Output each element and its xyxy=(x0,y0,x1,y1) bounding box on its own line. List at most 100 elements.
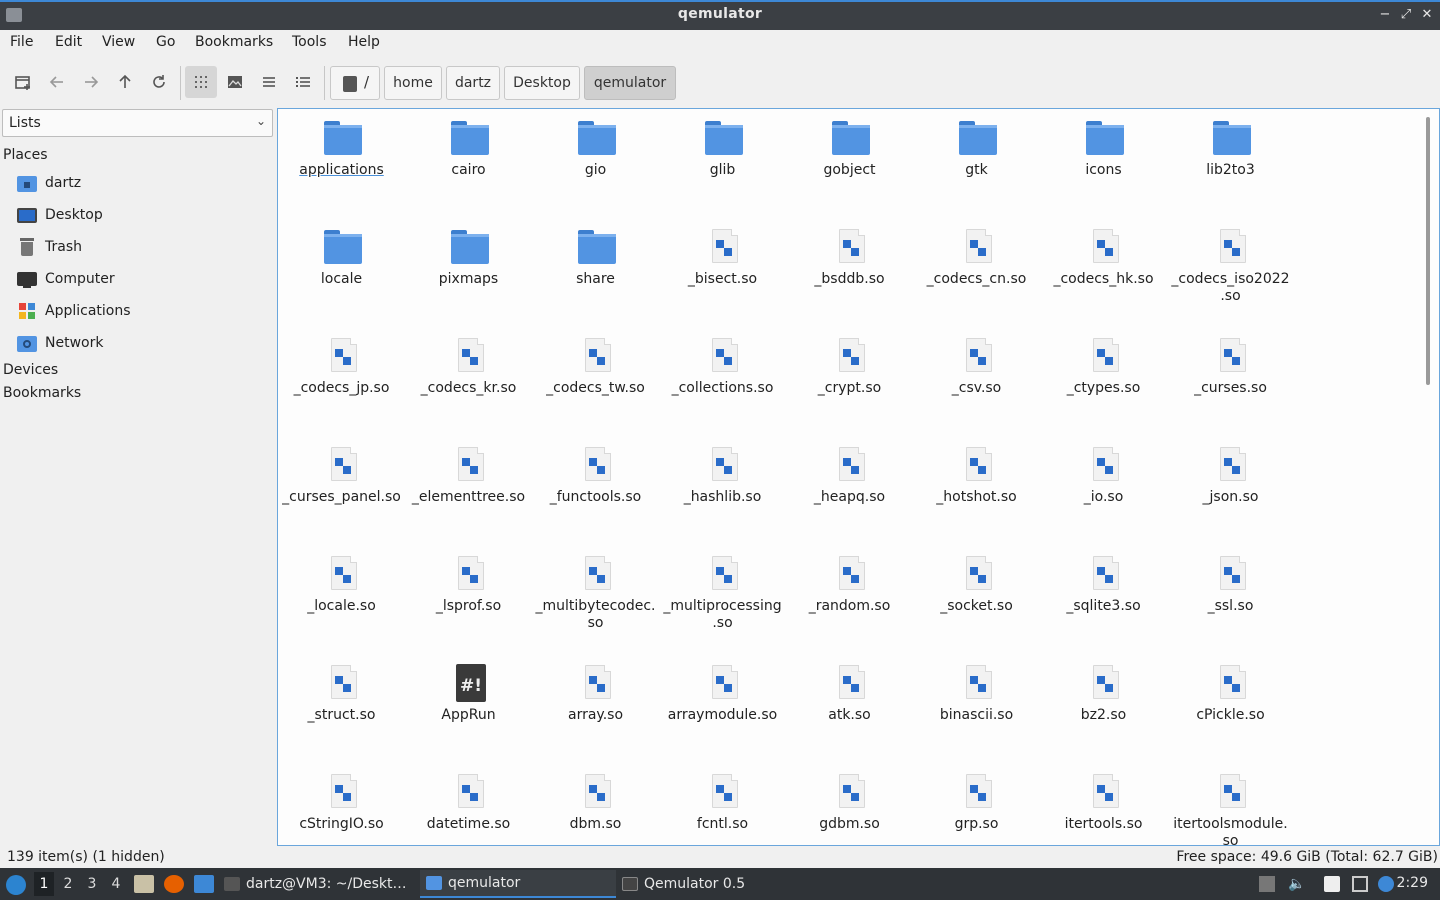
close-icon[interactable]: ✕ xyxy=(1418,6,1436,24)
file-item[interactable]: fcntl.so xyxy=(659,763,786,845)
task-qemulator-files[interactable]: qemulator xyxy=(420,870,616,898)
desktop-launcher-icon[interactable] xyxy=(194,875,214,893)
folder-item[interactable]: icons xyxy=(1040,109,1167,218)
file-item[interactable]: bz2.so xyxy=(1040,654,1167,763)
file-item[interactable]: _curses.so xyxy=(1167,327,1294,436)
menu-view[interactable]: View xyxy=(102,34,135,50)
file-item[interactable]: _functools.so xyxy=(532,436,659,545)
menu-file[interactable]: File xyxy=(10,34,33,50)
vertical-scrollbar[interactable] xyxy=(1419,109,1439,845)
file-item[interactable]: _locale.so xyxy=(278,545,405,654)
minimize-icon[interactable]: − xyxy=(1376,6,1394,24)
file-item[interactable]: _codecs_kr.so xyxy=(405,327,532,436)
network-status-icon[interactable] xyxy=(1352,876,1368,892)
workspace-4[interactable]: 4 xyxy=(106,876,126,892)
new-tab-button[interactable] xyxy=(7,66,39,98)
compact-view-button[interactable] xyxy=(253,66,285,98)
task-terminal[interactable]: dartz@VM3: ~/Deskt… xyxy=(224,870,414,898)
sidebar-item-desktop[interactable]: Desktop xyxy=(17,203,103,227)
detailed-view-button[interactable] xyxy=(287,66,319,98)
folder-item[interactable]: gtk xyxy=(913,109,1040,218)
workspace-1[interactable]: 1 xyxy=(34,872,54,896)
folder-item[interactable]: applications xyxy=(278,109,405,218)
menu-help[interactable]: Help xyxy=(348,34,380,50)
folder-item[interactable]: gio xyxy=(532,109,659,218)
file-item[interactable]: _curses_panel.so xyxy=(278,436,405,545)
clipboard-icon[interactable] xyxy=(1324,876,1340,892)
file-item[interactable]: _csv.so xyxy=(913,327,1040,436)
menu-bookmarks[interactable]: Bookmarks xyxy=(195,34,273,50)
sidebar-item-trash[interactable]: Trash xyxy=(17,235,82,259)
file-item[interactable]: itertools.so xyxy=(1040,763,1167,845)
breadcrumb-root[interactable]: / xyxy=(330,66,380,100)
file-item[interactable]: gdbm.so xyxy=(786,763,913,845)
file-item[interactable]: _crypt.so xyxy=(786,327,913,436)
file-item[interactable]: #! AppRun xyxy=(405,654,532,763)
icon-view-button[interactable] xyxy=(185,66,217,98)
file-item[interactable]: array.so xyxy=(532,654,659,763)
file-item[interactable]: _codecs_cn.so xyxy=(913,218,1040,327)
clock[interactable]: 2:29 xyxy=(1397,875,1428,891)
workspace-3[interactable]: 3 xyxy=(82,876,102,892)
file-item[interactable]: grp.so xyxy=(913,763,1040,845)
menu-tools[interactable]: Tools xyxy=(292,34,327,50)
file-item[interactable]: _socket.so xyxy=(913,545,1040,654)
file-item[interactable]: _codecs_iso2022 .so xyxy=(1167,218,1294,327)
places-heading[interactable]: Places xyxy=(3,147,48,163)
file-item[interactable]: dbm.so xyxy=(532,763,659,845)
devices-heading[interactable]: Devices xyxy=(3,362,58,378)
file-item[interactable]: _codecs_jp.so xyxy=(278,327,405,436)
file-item[interactable]: _bsddb.so xyxy=(786,218,913,327)
breadcrumb-desktop[interactable]: Desktop xyxy=(504,66,580,100)
up-button[interactable] xyxy=(109,66,141,98)
file-item[interactable]: cPickle.so xyxy=(1167,654,1294,763)
file-item[interactable]: _codecs_hk.so xyxy=(1040,218,1167,327)
task-qemulator-app[interactable]: Qemulator 0.5 xyxy=(622,870,812,898)
breadcrumb-qemulator[interactable]: qemulator xyxy=(584,66,676,100)
thumbnail-view-button[interactable] xyxy=(219,66,251,98)
sidebar-item-dartz[interactable]: dartz xyxy=(17,171,81,195)
folder-item[interactable]: cairo xyxy=(405,109,532,218)
file-item[interactable]: _io.so xyxy=(1040,436,1167,545)
sidebar-item-applications[interactable]: Applications xyxy=(17,299,131,323)
update-notifier-icon[interactable] xyxy=(1378,876,1394,892)
file-manager-launcher-icon[interactable] xyxy=(134,875,154,893)
file-item[interactable]: _heapq.so xyxy=(786,436,913,545)
file-item[interactable]: datetime.so xyxy=(405,763,532,845)
workspace-2[interactable]: 2 xyxy=(58,876,78,892)
file-item[interactable]: _elementtree.so xyxy=(405,436,532,545)
file-item[interactable]: _sqlite3.so xyxy=(1040,545,1167,654)
file-item[interactable]: _bisect.so xyxy=(659,218,786,327)
file-item[interactable]: _multiprocessing .so xyxy=(659,545,786,654)
folder-item[interactable]: share xyxy=(532,218,659,327)
bookmarks-heading[interactable]: Bookmarks xyxy=(3,385,81,401)
menu-go[interactable]: Go xyxy=(156,34,175,50)
folder-item[interactable]: gobject xyxy=(786,109,913,218)
menu-edit[interactable]: Edit xyxy=(55,34,82,50)
folder-item[interactable]: lib2to3 xyxy=(1167,109,1294,218)
file-item[interactable]: itertoolsmodule. so xyxy=(1167,763,1294,845)
file-item[interactable]: arraymodule.so xyxy=(659,654,786,763)
file-item[interactable]: _struct.so xyxy=(278,654,405,763)
sidebar-item-computer[interactable]: Computer xyxy=(17,267,115,291)
file-item[interactable]: _codecs_tw.so xyxy=(532,327,659,436)
scrollbar-thumb[interactable] xyxy=(1426,117,1430,385)
file-item[interactable]: cStringIO.so xyxy=(278,763,405,845)
file-item[interactable]: _multibytecodec. so xyxy=(532,545,659,654)
start-menu-icon[interactable] xyxy=(6,875,26,895)
firefox-launcher-icon[interactable] xyxy=(164,875,184,893)
file-item[interactable]: binascii.so xyxy=(913,654,1040,763)
side-pane-mode-select[interactable]: Lists ⌄ xyxy=(2,109,273,137)
restore-icon[interactable]: ⤢ xyxy=(1397,6,1415,24)
forward-button[interactable] xyxy=(75,66,107,98)
file-item[interactable]: _ssl.so xyxy=(1167,545,1294,654)
file-item[interactable]: _random.so xyxy=(786,545,913,654)
file-item[interactable]: _ctypes.so xyxy=(1040,327,1167,436)
file-item[interactable]: atk.so xyxy=(786,654,913,763)
sidebar-item-network[interactable]: Network xyxy=(17,331,103,355)
folder-item[interactable]: pixmaps xyxy=(405,218,532,327)
file-item[interactable]: _hotshot.so xyxy=(913,436,1040,545)
breadcrumb-dartz[interactable]: dartz xyxy=(446,66,500,100)
reload-button[interactable] xyxy=(143,66,175,98)
file-item[interactable]: _collections.so xyxy=(659,327,786,436)
